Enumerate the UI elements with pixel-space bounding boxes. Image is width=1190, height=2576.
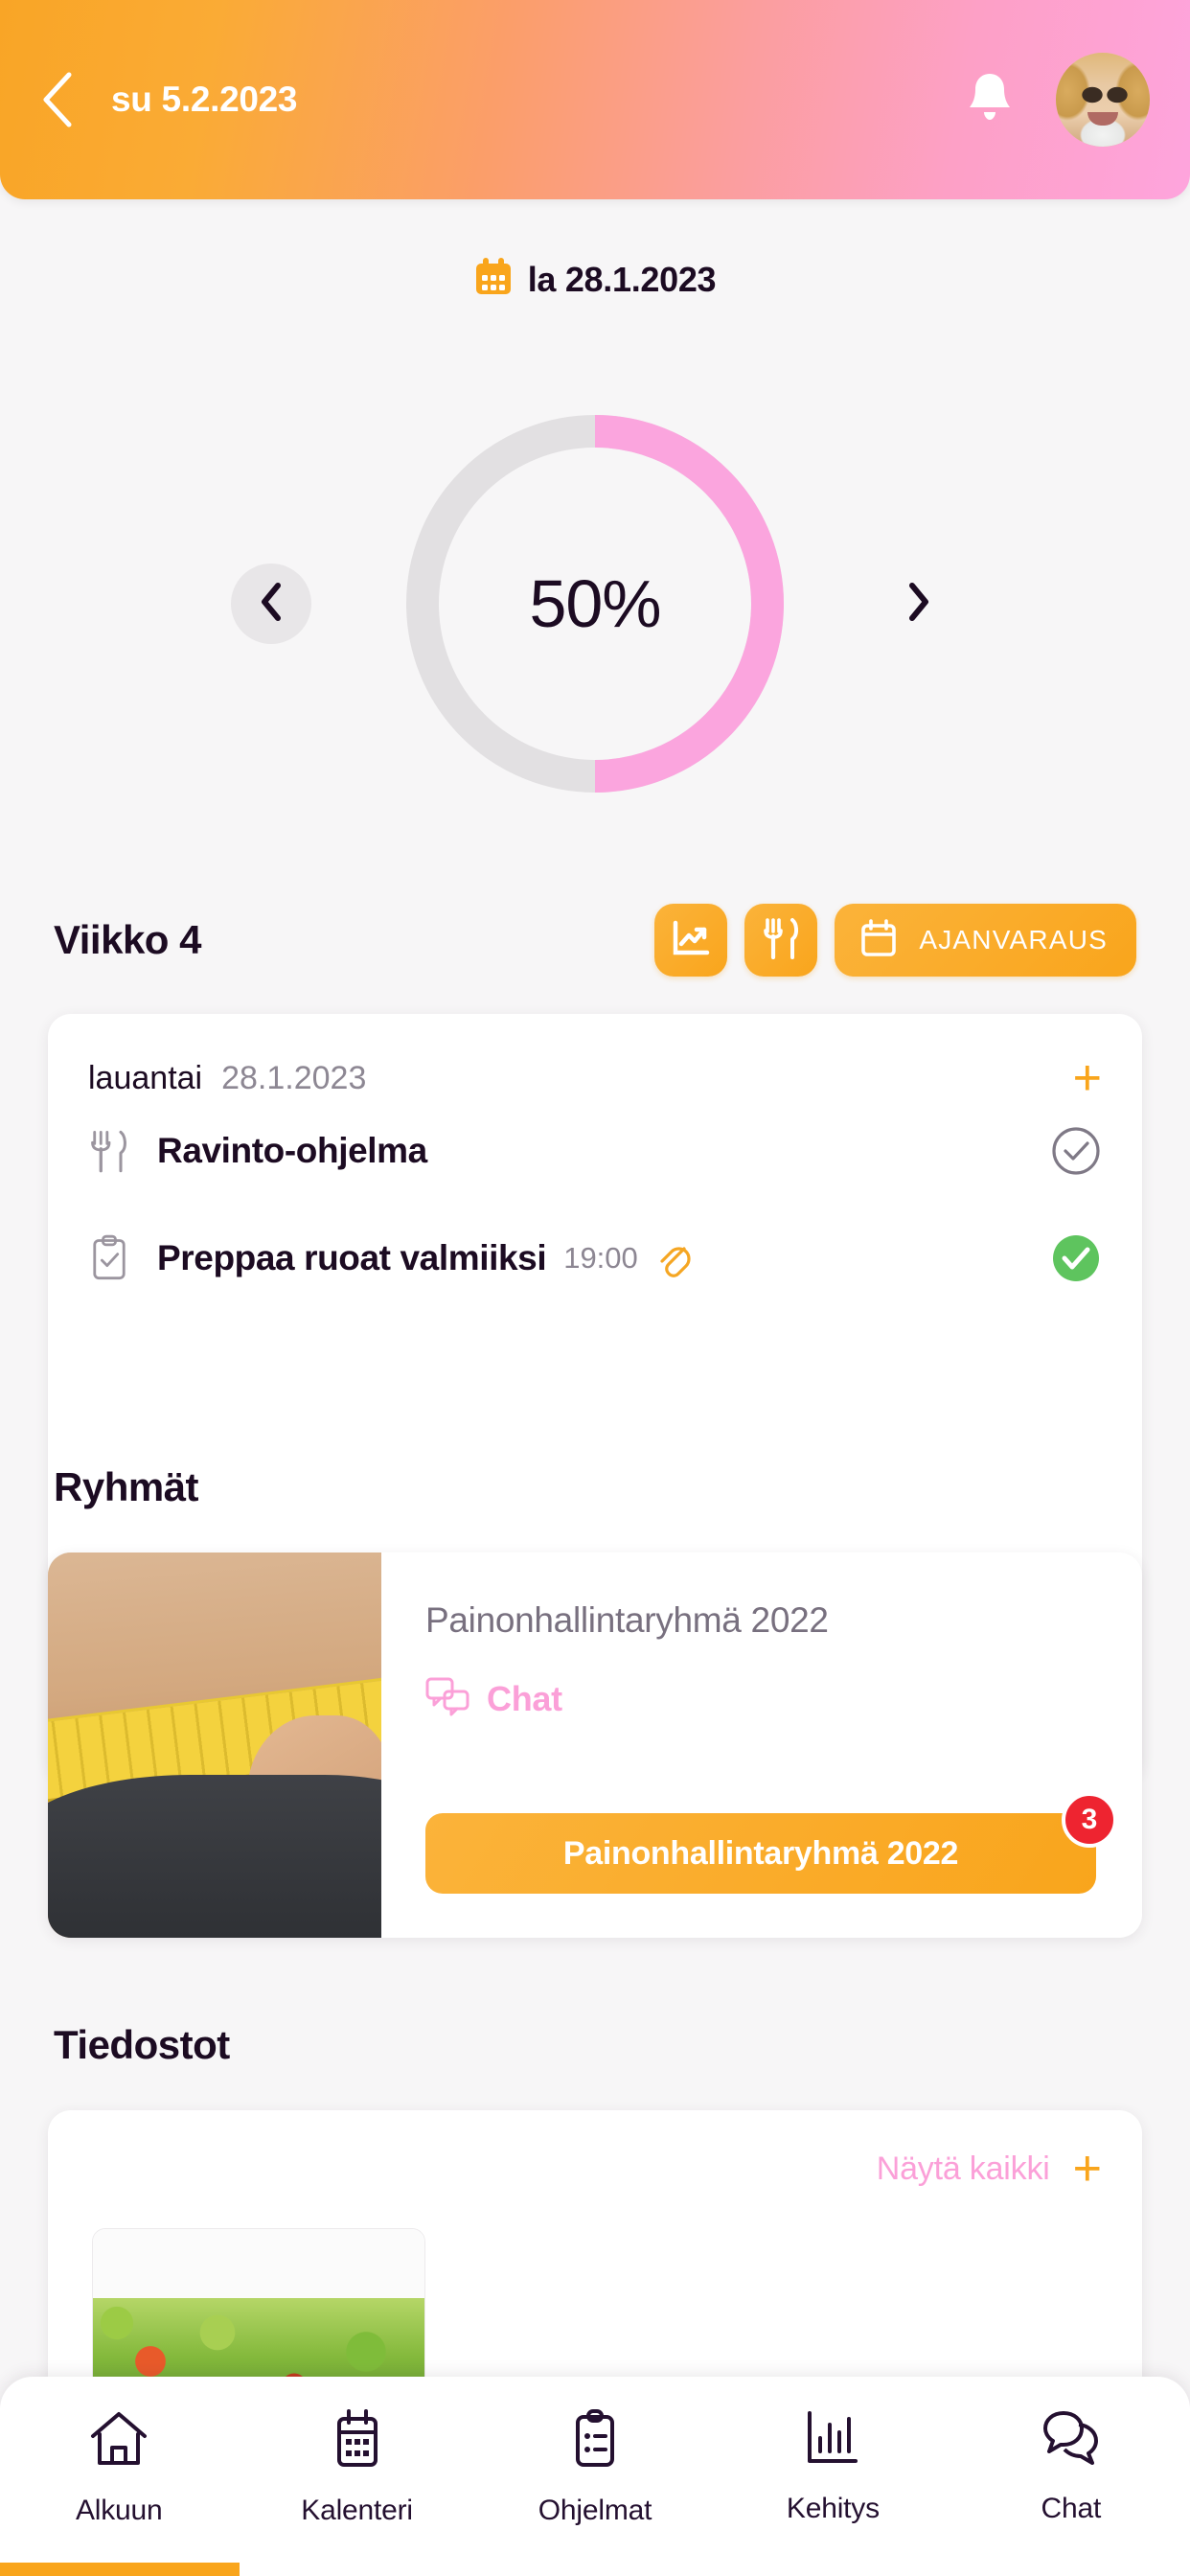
nutrition-button[interactable]: [744, 904, 818, 977]
nav-item-ohjelmat[interactable]: Ohjelmat: [476, 2409, 714, 2527]
nav-label: Chat: [1041, 2493, 1102, 2524]
file-thumbnail-top: [93, 2229, 424, 2298]
clipboard-check-icon: [88, 1234, 157, 1282]
files-section-title: Tiedostot: [54, 2022, 230, 2067]
group-image-pants: [48, 1775, 381, 1938]
nav-label: Alkuun: [75, 2495, 163, 2526]
group-card: Painonhallintaryhmä 2022 Chat Painonhall…: [48, 1552, 1142, 1938]
notifications-button[interactable]: [947, 70, 1033, 130]
avatar[interactable]: [1056, 53, 1150, 147]
progress-chart-button[interactable]: [654, 904, 728, 977]
chevron-left-icon: [259, 582, 284, 627]
nav-label: Ohjelmat: [538, 2495, 652, 2526]
calendar-icon: [859, 918, 898, 963]
home-icon: [88, 2409, 149, 2473]
groups-section-title: Ryhmät: [54, 1464, 199, 1509]
week-actions: AJANVARAUS: [654, 904, 1136, 977]
bar-chart-icon: [806, 2409, 859, 2472]
task-name: Preppaa ruoat valmiiksi: [157, 1238, 547, 1277]
nav-label: Kehitys: [786, 2493, 880, 2524]
files-card-header: Näytä kaikki +: [48, 2110, 1142, 2194]
current-date-row: la 28.1.2023: [0, 257, 1190, 302]
progress-ring: 50%: [394, 402, 796, 805]
nav-label: Kalenteri: [301, 2495, 413, 2526]
group-image: [48, 1552, 381, 1938]
group-open-button-label: Painonhallintaryhmä 2022: [562, 1834, 959, 1872]
add-task-button[interactable]: +: [1073, 1053, 1102, 1103]
clipboard-icon: [569, 2409, 621, 2473]
show-all-files-link[interactable]: Näytä kaikki: [877, 2150, 1050, 2188]
chevron-right-icon: [906, 582, 931, 627]
group-chat-label: Chat: [487, 1678, 562, 1718]
check-circle-filled-icon[interactable]: [1050, 1232, 1102, 1284]
tasks-card-header: lauantai 28.1.2023 +: [48, 1014, 1142, 1103]
chevron-left-icon: [40, 71, 73, 128]
nav-item-alkuun[interactable]: Alkuun: [0, 2409, 238, 2527]
nav-item-kehitys[interactable]: Kehitys: [714, 2409, 951, 2525]
nav-item-chat[interactable]: Chat: [952, 2409, 1190, 2525]
fork-knife-icon: [88, 1128, 157, 1174]
unread-badge: 3: [1062, 1792, 1117, 1848]
task-day-date: 28.1.2023: [221, 1060, 367, 1096]
task-time: 19:00: [563, 1241, 638, 1275]
chart-line-icon: [671, 918, 711, 963]
group-name: Painonhallintaryhmä 2022: [425, 1600, 829, 1640]
chat-bubbles-icon: [1041, 2409, 1102, 2472]
previous-day-button[interactable]: [231, 564, 311, 644]
task-row[interactable]: Preppaa ruoat valmiiksi 19:00: [48, 1205, 1142, 1312]
group-card-body: Painonhallintaryhmä 2022 Chat Painonhall…: [381, 1552, 1142, 1938]
calendar-icon: [474, 257, 513, 302]
app-header: su 5.2.2023: [0, 0, 1190, 199]
task-row[interactable]: Ravinto-ohjelma: [48, 1097, 1142, 1205]
bell-icon: [965, 70, 1015, 130]
booking-button[interactable]: AJANVARAUS: [835, 904, 1136, 977]
next-day-button[interactable]: [879, 564, 959, 644]
back-button[interactable]: [40, 54, 102, 146]
nav-item-kalenteri[interactable]: Kalenteri: [238, 2409, 475, 2527]
home-indicator: [0, 2563, 240, 2576]
paperclip-icon[interactable]: [653, 1237, 696, 1279]
bottom-navigation: Alkuun Kalenteri Ohjelmat Kehitys Chat: [0, 2377, 1190, 2576]
check-circle-outline-icon[interactable]: [1050, 1125, 1102, 1177]
current-date-label: la 28.1.2023: [527, 259, 717, 299]
group-open-button[interactable]: Painonhallintaryhmä 2022 3: [425, 1792, 1117, 1894]
task-day-name: lauantai: [88, 1060, 203, 1096]
week-title: Viikko 4: [54, 917, 202, 962]
progress-percent-label: 50%: [529, 566, 661, 641]
booking-button-label: AJANVARAUS: [919, 925, 1108, 954]
chat-bubbles-icon: [425, 1675, 469, 1722]
progress-section: 50%: [0, 402, 1190, 805]
avatar-face: [1056, 53, 1150, 147]
calendar-icon: [332, 2409, 383, 2473]
fork-knife-icon: [762, 917, 800, 964]
week-row: Viikko 4 AJANVARAUS: [0, 901, 1190, 979]
task-name: Ravinto-ohjelma: [157, 1131, 427, 1170]
add-file-button[interactable]: +: [1073, 2144, 1102, 2194]
group-chat-link[interactable]: Chat: [425, 1675, 1098, 1722]
header-date: su 5.2.2023: [111, 80, 298, 119]
